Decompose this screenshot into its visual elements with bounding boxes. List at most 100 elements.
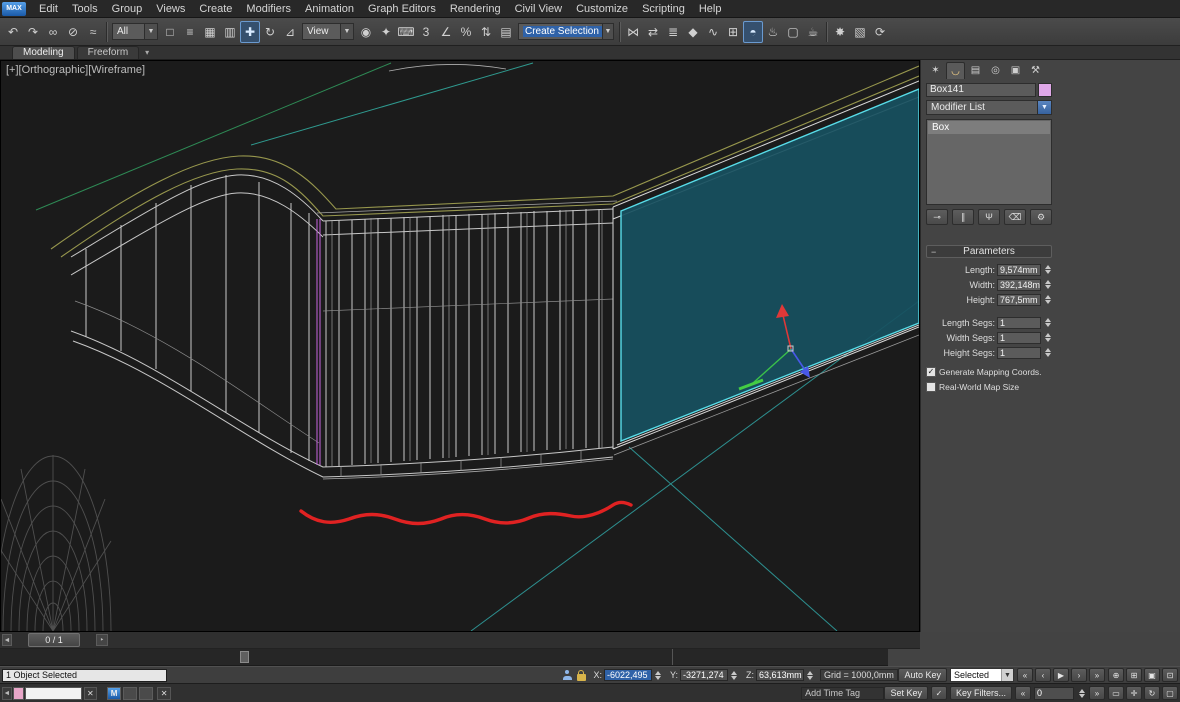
track-mini-button[interactable]: ◄ [2, 634, 12, 646]
selection-filter-dropdown[interactable]: All ▼ [112, 23, 158, 40]
menu-item[interactable]: Animation [298, 0, 361, 17]
key-check-icon[interactable]: ✓ [931, 686, 947, 700]
modify-tab-icon[interactable]: ◡ [946, 62, 965, 79]
spinner-control[interactable] [729, 671, 738, 680]
select-rotate-icon[interactable]: ↻ [260, 21, 280, 43]
undo-icon[interactable]: ↶ [3, 21, 23, 43]
parameter-value-field[interactable]: 9,574mm [997, 264, 1041, 276]
select-by-name-icon[interactable]: ≡ [180, 21, 200, 43]
spinner-snap-icon[interactable]: ⇅ [476, 21, 496, 43]
spinner-control[interactable] [805, 671, 814, 680]
remove-modifier-icon[interactable]: ⌫ [1004, 209, 1026, 225]
menu-item[interactable]: Graph Editors [361, 0, 443, 17]
configure-modifier-sets-icon[interactable]: ⚙ [1030, 209, 1052, 225]
go-to-end-icon[interactable]: » [1089, 668, 1105, 682]
menu-item[interactable]: Help [692, 0, 729, 17]
create-tab-icon[interactable]: ✶ [926, 62, 945, 79]
graphite-toggle-icon[interactable]: ◆ [683, 21, 703, 43]
window-button[interactable] [139, 687, 153, 700]
viewport-canvas[interactable] [1, 61, 919, 631]
max-window-icon[interactable]: M [107, 687, 121, 700]
next-frame-icon[interactable]: › [1071, 668, 1087, 682]
track-bar[interactable] [0, 649, 888, 666]
checkbox[interactable] [926, 382, 936, 392]
render-setup-icon[interactable]: ♨ [763, 21, 783, 43]
angle-snap-icon[interactable]: ∠ [436, 21, 456, 43]
next-key-icon[interactable]: » [1089, 686, 1105, 700]
time-slider[interactable]: ◄ 0 / 1 ‣ [0, 632, 920, 649]
menu-item[interactable]: Modifiers [239, 0, 298, 17]
select-object-icon[interactable]: □ [160, 21, 180, 43]
ribbon-tab[interactable]: Freeform [77, 46, 140, 59]
hierarchy-tab-icon[interactable]: ▤ [966, 62, 985, 79]
selection-region-icon[interactable]: ▦ [200, 21, 220, 43]
menu-item[interactable]: Civil View [508, 0, 569, 17]
modifier-list-dropdown[interactable]: Modifier List ▼ [926, 100, 1052, 115]
checkbox[interactable]: ✓ [926, 367, 936, 377]
select-and-link-icon[interactable]: ∞ [43, 21, 63, 43]
go-to-start-icon[interactable]: « [1017, 668, 1033, 682]
parameter-value-field[interactable]: 1 [997, 347, 1041, 359]
utilities-tab-icon[interactable]: ⚒ [1026, 62, 1045, 79]
close-icon[interactable]: ✕ [84, 687, 98, 700]
time-slider-grip[interactable]: 0 / 1 [28, 633, 80, 647]
close-icon[interactable]: ✕ [157, 687, 171, 700]
show-end-result-icon[interactable]: ∥ [952, 209, 974, 225]
spinner-control[interactable] [1077, 689, 1086, 698]
spinner-control[interactable] [1043, 295, 1052, 304]
play-icon[interactable]: ▶ [1053, 668, 1069, 682]
key-filters-button[interactable]: Key Filters... [950, 686, 1012, 700]
menu-item[interactable]: Tools [65, 0, 105, 17]
spinner-control[interactable] [1043, 318, 1052, 327]
menu-item[interactable]: Scripting [635, 0, 692, 17]
maxscript-listener-macro-pane[interactable] [13, 687, 25, 700]
time-slider-next-button[interactable]: ‣ [96, 634, 108, 646]
isolate-selection-icon[interactable] [563, 670, 572, 680]
maximize-viewport-icon[interactable]: ▢ [1162, 686, 1178, 700]
set-key-button[interactable]: Set Key [884, 686, 928, 700]
application-button[interactable]: MAX [2, 2, 26, 16]
selection-lock-icon[interactable] [577, 674, 586, 681]
align-icon[interactable]: ⇄ [643, 21, 663, 43]
pin-stack-icon[interactable]: ⊸ [926, 209, 948, 225]
object-name-field[interactable]: Box141 [926, 83, 1036, 97]
select-scale-icon[interactable]: ⊿ [280, 21, 300, 43]
window-button[interactable] [123, 687, 137, 700]
object-color-swatch[interactable] [1038, 83, 1052, 97]
viewport-label[interactable]: [+][Orthographic][Wireframe] [6, 64, 145, 76]
zoom-icon[interactable]: ⊕ [1108, 668, 1124, 682]
ribbon-tab[interactable]: Modeling [12, 46, 75, 59]
auto-key-button[interactable]: Auto Key [898, 668, 947, 682]
keyboard-override-icon[interactable]: ⌨ [396, 21, 416, 43]
mirror-icon[interactable]: ⋈ [623, 21, 643, 43]
modifier-stack[interactable]: Box [926, 119, 1052, 205]
previous-frame-icon[interactable]: ‹ [1035, 668, 1051, 682]
spinner-control[interactable] [1043, 265, 1052, 274]
parameter-value-field[interactable]: 1 [997, 317, 1041, 329]
parameter-value-field[interactable]: 392,148m [997, 279, 1041, 291]
percent-snap-icon[interactable]: % [456, 21, 476, 43]
current-frame-field[interactable]: 0 [1034, 687, 1074, 700]
zoom-region-icon[interactable]: ▭ [1108, 686, 1124, 700]
curve-editor-icon[interactable]: ∿ [703, 21, 723, 43]
display-tab-icon[interactable]: ▣ [1006, 62, 1025, 79]
zoom-extents-icon[interactable]: ▣ [1144, 668, 1160, 682]
spinner-control[interactable] [1043, 280, 1052, 289]
menu-item[interactable]: Customize [569, 0, 635, 17]
modifier-stack-item[interactable]: Box [928, 121, 1050, 134]
snaps-toggle-icon[interactable]: 3 [416, 21, 436, 43]
named-selection-sets-icon[interactable]: ▤ [496, 21, 516, 43]
menu-item[interactable]: Create [192, 0, 239, 17]
parameters-rollout-header[interactable]: − Parameters [926, 245, 1052, 258]
zoom-extents-all-icon[interactable]: ⊡ [1162, 668, 1178, 682]
schematic-view-icon[interactable]: ⊞ [723, 21, 743, 43]
viewport[interactable]: [+][Orthographic][Wireframe] [0, 60, 920, 632]
orbit-icon[interactable]: ↻ [1144, 686, 1160, 700]
spinner-control[interactable] [1043, 333, 1052, 342]
viewport-layout-icon[interactable]: ▧ [850, 21, 870, 43]
maxscript-listener-input-pane[interactable] [25, 687, 81, 700]
y-coordinate-field[interactable]: -3271,274 [680, 669, 728, 681]
ribbon-chevron-down-icon[interactable]: ▾ [141, 46, 153, 59]
z-coordinate-field[interactable]: 63,613mm [756, 669, 804, 681]
add-time-tag[interactable]: Add Time Tag [801, 687, 884, 700]
